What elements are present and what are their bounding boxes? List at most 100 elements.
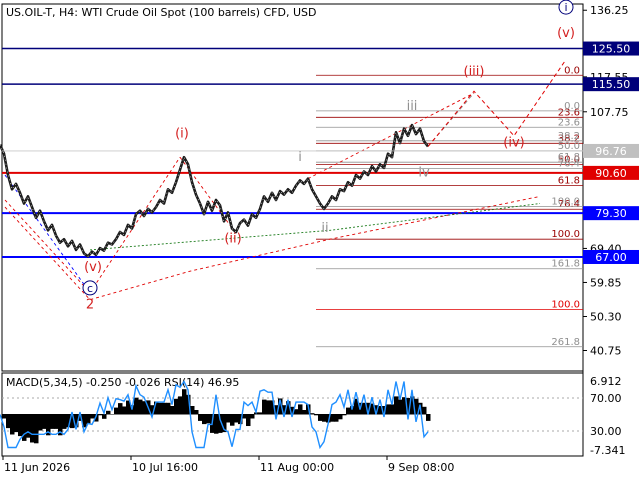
macd-bar bbox=[322, 414, 327, 422]
fib-upper-label: 0.0 bbox=[564, 65, 580, 76]
main-plot-frame bbox=[1, 3, 584, 372]
macd-bar bbox=[310, 413, 315, 415]
price-level-label: 115.50 bbox=[592, 78, 631, 91]
macd-bar bbox=[422, 406, 427, 415]
fib-upper-label: 61.8 bbox=[558, 175, 580, 186]
y-tick-label: 59.85 bbox=[590, 276, 622, 289]
price-level-label: 125.50 bbox=[592, 43, 631, 56]
y-tick-label: 107.75 bbox=[590, 106, 629, 119]
y-tick-label: 40.75 bbox=[590, 345, 622, 358]
macd-bar bbox=[346, 407, 351, 415]
wave-label: (iv) bbox=[503, 136, 524, 151]
macd-bar bbox=[342, 414, 347, 416]
fib-upper-label: 100.0 bbox=[551, 229, 580, 240]
macd-bar bbox=[262, 399, 267, 415]
macd-bar bbox=[302, 410, 307, 415]
macd-bar bbox=[258, 412, 263, 415]
macd-bar bbox=[86, 414, 91, 424]
macd-bar bbox=[118, 403, 123, 415]
macd-bar bbox=[198, 414, 203, 421]
macd-bar bbox=[386, 404, 391, 415]
chart-root: US.OIL-T, H4: WTI Crude Oil Spot (100 ba… bbox=[0, 0, 639, 474]
macd-bar bbox=[234, 414, 239, 423]
fib-lower-label: 261.8 bbox=[551, 337, 580, 348]
macd-bar bbox=[134, 397, 139, 415]
macd-bar bbox=[202, 414, 207, 425]
fib-lower-label: 100.0 bbox=[551, 299, 580, 310]
macd-bar bbox=[90, 414, 95, 419]
indicator-tick-label: 30.00 bbox=[590, 425, 622, 438]
wave-label: (v) bbox=[84, 260, 102, 275]
macd-bar bbox=[194, 410, 199, 415]
macd-bar bbox=[174, 398, 179, 415]
chart-title: US.OIL-T, H4: WTI Crude Oil Spot (100 ba… bbox=[6, 6, 316, 19]
macd-bar bbox=[330, 414, 335, 422]
fib-lower-label: 76.4 bbox=[558, 159, 580, 170]
wave-label: iv bbox=[418, 165, 430, 180]
macd-bar bbox=[250, 414, 255, 419]
wave-label: (ii) bbox=[224, 232, 241, 247]
macd-bar bbox=[394, 396, 399, 415]
y-tick-label: 136.25 bbox=[590, 4, 629, 17]
macd-bar bbox=[334, 414, 339, 422]
macd-bar bbox=[398, 399, 403, 415]
macd-bar bbox=[114, 407, 119, 415]
wave-label: (iii) bbox=[464, 64, 485, 79]
macd-bar bbox=[226, 414, 231, 423]
macd-bar bbox=[294, 409, 299, 415]
macd-bar bbox=[42, 414, 47, 429]
macd-bar bbox=[206, 414, 211, 424]
price-level-label: 67.00 bbox=[595, 251, 627, 264]
macd-bar bbox=[318, 414, 323, 421]
wave-label: ii bbox=[321, 221, 328, 236]
wave-label: i bbox=[564, 1, 567, 14]
macd-bar bbox=[158, 402, 163, 415]
x-tick-label: 10 Jul 16:00 bbox=[132, 461, 198, 474]
macd-bar bbox=[314, 414, 319, 416]
macd-bar bbox=[230, 414, 235, 426]
macd-bar bbox=[6, 414, 11, 429]
x-tick-label: 9 Sep 08:00 bbox=[388, 461, 454, 474]
x-tick-label: 11 Jun 2026 bbox=[4, 461, 70, 474]
macd-bar bbox=[18, 414, 23, 437]
x-tick-label: 11 Aug 00:00 bbox=[260, 461, 334, 474]
macd-bar bbox=[34, 414, 39, 444]
macd-bar bbox=[426, 414, 431, 421]
price-level-label: 79.30 bbox=[595, 207, 627, 220]
y-tick-label: 50.30 bbox=[590, 310, 622, 323]
macd-bar bbox=[38, 414, 43, 431]
macd-bar bbox=[62, 414, 67, 429]
wave-label: 2 bbox=[86, 298, 94, 313]
macd-bar bbox=[170, 406, 175, 415]
fib-lower-label: 50.0 bbox=[558, 141, 580, 152]
wave-label: i bbox=[298, 150, 302, 165]
macd-bar bbox=[166, 402, 171, 415]
macd-bar bbox=[266, 400, 271, 415]
macd-bar bbox=[2, 414, 7, 419]
macd-bar bbox=[122, 406, 127, 415]
fib-lower-label: 23.6 bbox=[558, 117, 580, 128]
macd-bar bbox=[26, 414, 31, 438]
fib-lower-label: 100.0 bbox=[551, 196, 580, 207]
wave-label: (i) bbox=[175, 127, 189, 142]
current-price-label: 96.76 bbox=[595, 145, 627, 158]
macd-bar bbox=[106, 410, 111, 415]
macd-bar bbox=[298, 404, 303, 415]
indicator-tick-label: 6.912 bbox=[590, 375, 622, 388]
macd-bar bbox=[182, 389, 187, 415]
macd-bar bbox=[54, 414, 59, 429]
indicator-title: MACD(5,34,5) -0.250 -0.026 RSI(14) 46.95 bbox=[6, 376, 239, 389]
fib-lower-label: 161.8 bbox=[551, 259, 580, 270]
macd-bar bbox=[98, 414, 103, 416]
macd-bar bbox=[214, 414, 219, 434]
macd-bar bbox=[14, 414, 19, 433]
price-level-label: 90.60 bbox=[595, 167, 627, 180]
wave-label: c bbox=[87, 282, 93, 295]
indicator-tick-label: -7.341 bbox=[590, 444, 625, 457]
wave-label: (v) bbox=[557, 26, 575, 41]
macd-bar bbox=[110, 414, 115, 415]
macd-bar bbox=[30, 414, 35, 443]
macd-bar bbox=[162, 402, 167, 415]
macd-bar bbox=[178, 396, 183, 415]
macd-bar bbox=[390, 404, 395, 415]
